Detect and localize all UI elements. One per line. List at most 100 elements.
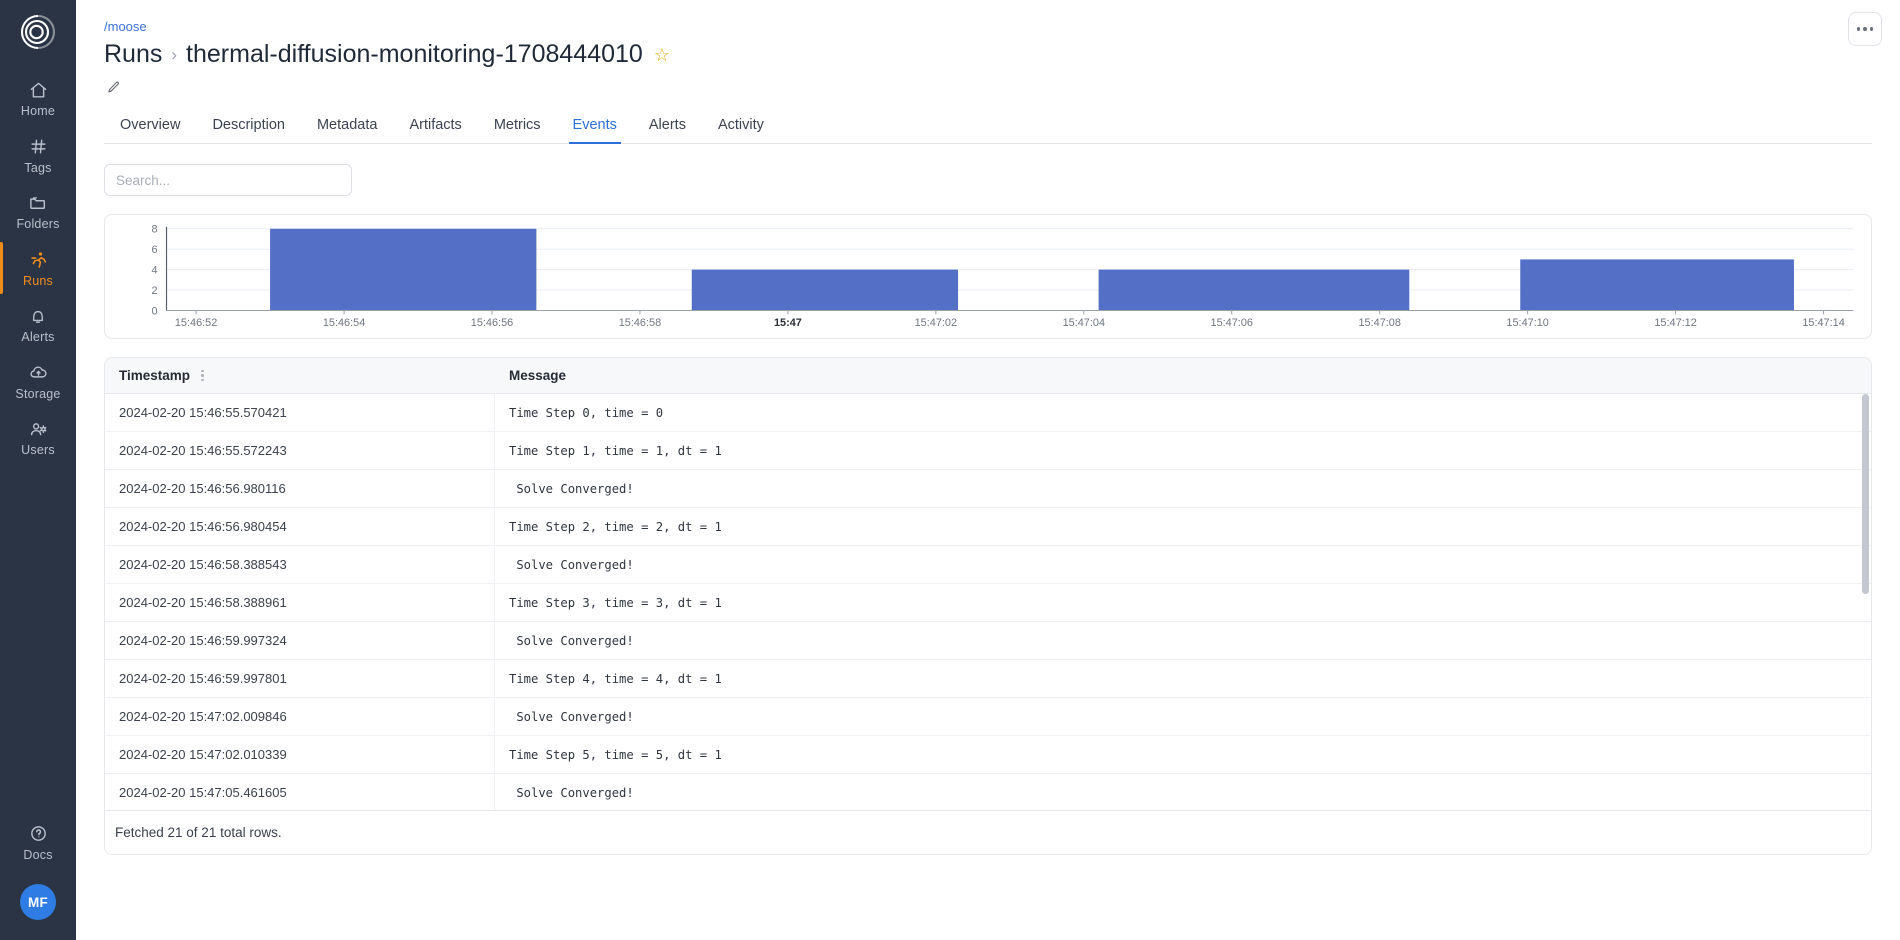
chart-xtick-label: 15:47:12 [1654,317,1696,329]
tab-metrics[interactable]: Metrics [478,109,557,143]
column-header-label: Timestamp [119,368,191,383]
chart-ytick-label: 6 [152,244,158,256]
table-scrollbar[interactable] [1862,394,1869,810]
tab-events[interactable]: Events [557,109,633,144]
chart-xtick-label: 15:47:10 [1506,317,1548,329]
sidebar-item-label: Tags [24,160,52,175]
chart-ytick-label: 0 [152,305,158,317]
events-table: Timestamp Message 2024-02-20 15:46:55.57… [104,357,1872,855]
sidebar-nav: Home Tags Folders Runs Alerts Storage Us… [0,70,76,466]
tab-metadata[interactable]: Metadata [301,109,393,143]
home-icon [29,79,48,101]
cell-message: Time Step 4, time = 4, dt = 1 [509,671,722,686]
app-logo[interactable] [16,10,60,54]
table-row[interactable]: 2024-02-20 15:46:56.980116 Solve Converg… [105,470,1871,508]
cell-timestamp: 2024-02-20 15:46:55.570421 [105,394,495,431]
breadcrumb-separator: › [171,44,178,64]
column-header-message[interactable]: Message [495,368,1871,383]
table-row[interactable]: 2024-02-20 15:46:59.997801 Time Step 4, t… [105,660,1871,698]
sidebar-item-runs[interactable]: Runs [0,240,76,297]
cell-timestamp: 2024-02-20 15:46:56.980454 [105,508,495,545]
dot [201,374,204,377]
search-input[interactable] [104,164,352,196]
sidebar-item-home[interactable]: Home [0,70,76,127]
column-header-timestamp[interactable]: Timestamp [105,368,495,384]
cell-message: Solve Converged! [509,785,634,800]
chart-bar[interactable] [1098,269,1410,311]
tags-icon [29,136,48,158]
breadcrumb-runs-link[interactable]: Runs [104,40,162,69]
main-content: /moose Runs › thermal-diffusion-monitori… [76,0,1900,940]
sidebar-item-label: Alerts [21,330,55,344]
cell-message: Solve Converged! [509,481,634,496]
sidebar-item-label: Storage [15,386,61,401]
events-histogram-chart[interactable]: 0 2 4 6 8 15:46:52 15:46:54 15:46:56 15:46:58 15:… [104,214,1872,339]
table-row[interactable]: 2024-02-20 15:47:02.010339 Time Step 5, t… [105,736,1871,774]
chart-xtick-label: 15:47:06 [1211,317,1253,329]
cell-timestamp: 2024-02-20 15:47:02.009846 [105,698,495,735]
column-header-label: Message [509,368,567,383]
tab-bar: Overview Description Metadata Artifacts … [104,109,1872,144]
chart-bar[interactable] [270,228,537,311]
sidebar-item-tags[interactable]: Tags [0,127,76,184]
chart-xtick-label: 15:47:08 [1358,317,1400,329]
sidebar-item-users[interactable]: Users [0,409,76,466]
table-row[interactable]: 2024-02-20 15:46:55.572243 Time Step 1, t… [105,432,1871,470]
avatar[interactable]: MF [20,884,56,920]
tab-artifacts[interactable]: Artifacts [393,109,477,143]
tab-overview[interactable]: Overview [104,109,196,143]
chart-bar[interactable] [1520,259,1794,311]
edit-row [104,75,1872,99]
dot [201,369,204,373]
chart-xtick-label: 15:46:56 [471,317,513,329]
sidebar-item-storage[interactable]: Storage [0,353,76,410]
breadcrumb[interactable]: /moose [104,19,147,34]
users-icon [28,418,49,440]
table-header-row: Timestamp Message [105,358,1871,394]
cell-message: Time Step 5, time = 5, dt = 1 [509,747,722,762]
page-title: Runs › thermal-diffusion-monitoring-1708… [104,40,1872,69]
cell-message: Solve Converged! [509,557,634,572]
column-menu-icon[interactable] [199,368,206,384]
table-row[interactable]: 2024-02-20 15:47:02.009846 Solve Converg… [105,698,1871,736]
sidebar-item-docs[interactable]: Docs [23,814,52,871]
table-row[interactable]: 2024-02-20 15:46:59.997324 Solve Converg… [105,622,1871,660]
table-body[interactable]: 2024-02-20 15:46:55.570421 Time Step 0, t… [105,394,1871,810]
table-row[interactable]: 2024-02-20 15:46:56.980454 Time Step 2, t… [105,508,1871,546]
sidebar-item-alerts[interactable]: Alerts [0,296,76,353]
chart-ytick-label: 4 [152,265,158,277]
table-scrollbar-thumb[interactable] [1862,394,1869,594]
cell-timestamp: 2024-02-20 15:46:59.997801 [105,660,495,697]
sidebar-item-label: Home [20,104,56,118]
more-horizontal-icon [1863,27,1867,31]
cell-timestamp: 2024-02-20 15:46:58.388543 [105,546,495,583]
sidebar: Home Tags Folders Runs Alerts Storage Us… [0,0,76,940]
table-row[interactable]: 2024-02-20 15:46:55.570421 Time Step 0, t… [105,394,1871,432]
tab-description[interactable]: Description [196,109,301,143]
more-options-button[interactable] [1848,12,1882,46]
help-circle-icon [29,823,48,845]
chart-xtick-label: 15:47:04 [1063,317,1105,329]
sidebar-item-label: Runs [23,273,53,288]
cell-message: Time Step 0, time = 0 [509,405,664,420]
cell-timestamp: 2024-02-20 15:46:58.388961 [105,584,495,621]
run-name: thermal-diffusion-monitoring-1708444010 [186,40,643,68]
cell-message: Time Step 2, time = 2, dt = 1 [509,519,722,534]
table-row[interactable]: 2024-02-20 15:47:05.461605 Solve Converg… [105,774,1871,810]
tab-activity[interactable]: Activity [702,109,780,143]
star-icon[interactable]: ☆ [654,46,670,64]
chart-xtick-label: 15:47 [774,317,802,329]
sidebar-item-label: Folders [16,217,60,231]
app-root: Home Tags Folders Runs Alerts Storage Us… [0,0,1900,940]
table-row[interactable]: 2024-02-20 15:46:58.388961 Time Step 3, t… [105,584,1871,622]
dot [201,378,204,382]
tab-alerts[interactable]: Alerts [633,109,702,143]
pencil-icon[interactable] [104,78,123,97]
cell-message: Time Step 1, time = 1, dt = 1 [509,443,722,458]
chart-bar[interactable] [691,269,959,311]
page-content: /moose Runs › thermal-diffusion-monitori… [76,0,1900,855]
cell-timestamp: 2024-02-20 15:47:05.461605 [105,774,495,810]
chart-xtick-label: 15:46:58 [619,317,661,329]
table-row[interactable]: 2024-02-20 15:46:58.388543 Solve Converg… [105,546,1871,584]
sidebar-item-folders[interactable]: Folders [0,183,76,240]
